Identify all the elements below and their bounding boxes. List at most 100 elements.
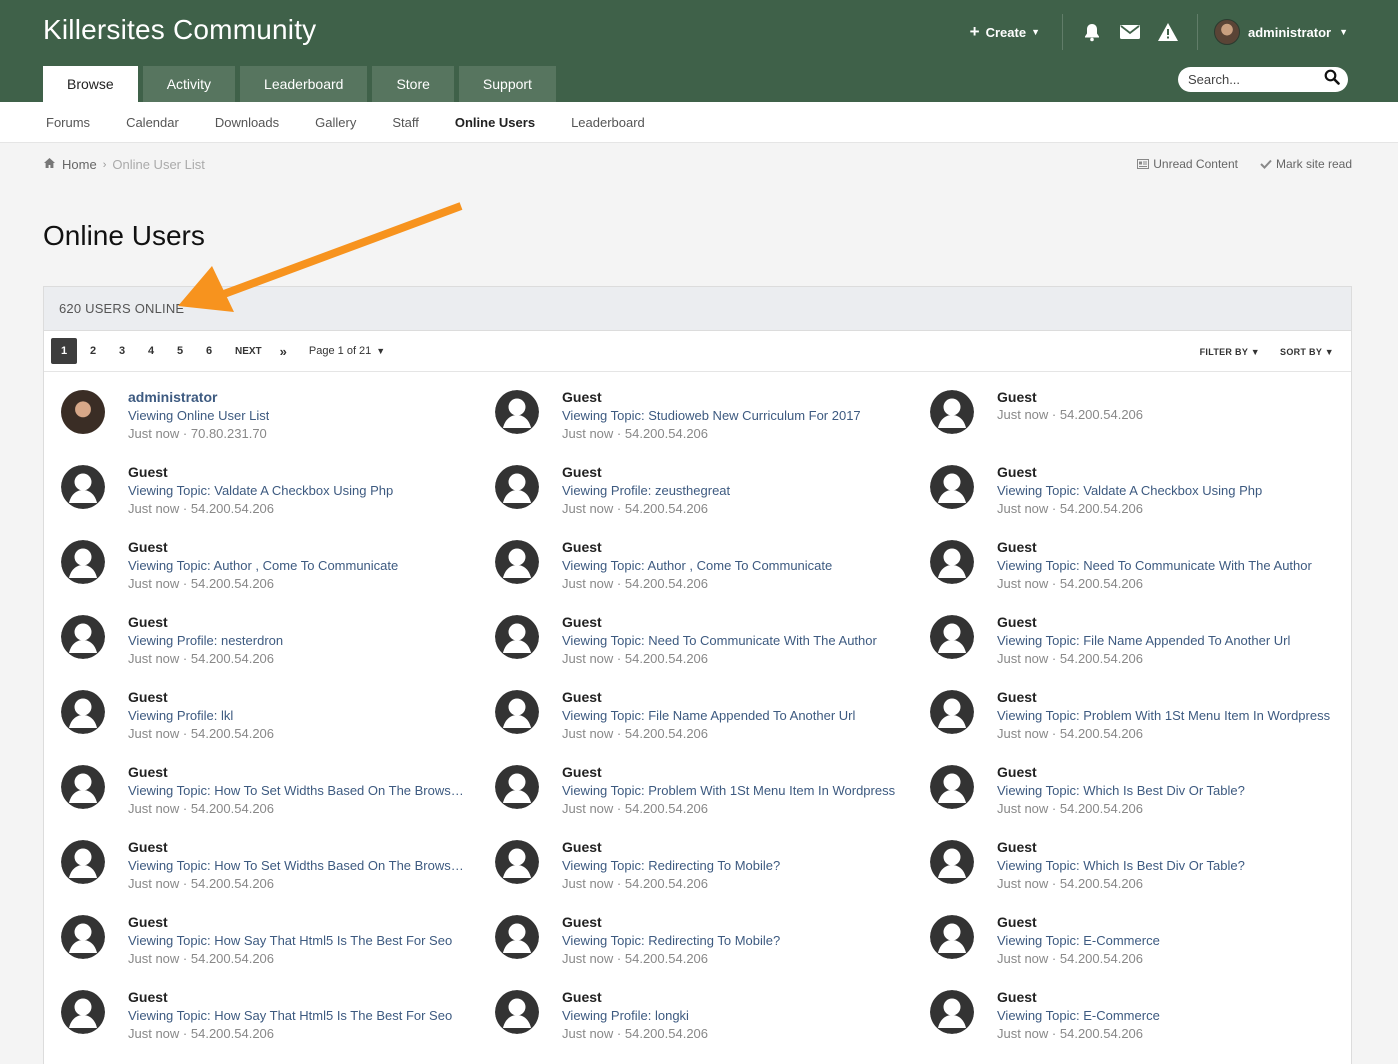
avatar[interactable]	[930, 465, 974, 509]
sub-nav-calendar[interactable]: Calendar	[108, 115, 197, 130]
sub-nav-leaderboard[interactable]: Leaderboard	[553, 115, 663, 130]
page-select[interactable]: Page 1 of 21 ▼	[309, 345, 385, 357]
avatar[interactable]	[930, 765, 974, 809]
avatar[interactable]	[930, 840, 974, 884]
page-button-4[interactable]: 4	[138, 338, 164, 364]
site-title[interactable]: Killersites Community	[43, 14, 316, 46]
user-location-link[interactable]: Viewing Topic: Problem With 1St Menu Ite…	[562, 783, 895, 799]
avatar[interactable]	[61, 765, 105, 809]
user-location-link[interactable]: Viewing Profile: nesterdron	[128, 633, 283, 649]
tab-activity[interactable]: Activity	[142, 66, 236, 102]
user-location-link[interactable]: Viewing Topic: How Say That Html5 Is The…	[128, 1008, 452, 1024]
avatar[interactable]	[61, 390, 105, 434]
avatar[interactable]	[930, 390, 974, 434]
avatar[interactable]	[61, 615, 105, 659]
tab-leaderboard[interactable]: Leaderboard	[240, 66, 368, 102]
create-button[interactable]: + Create ▼	[958, 22, 1052, 42]
user-location-link[interactable]: Viewing Profile: zeusthegreat	[562, 483, 730, 499]
avatar[interactable]	[495, 390, 539, 434]
avatar[interactable]	[61, 915, 105, 959]
user-menu[interactable]: administrator ▼	[1208, 19, 1348, 45]
user-location-link[interactable]: Viewing Profile: longki	[562, 1008, 708, 1024]
avatar[interactable]	[495, 990, 539, 1034]
search-input[interactable]: Search...	[1188, 72, 1324, 87]
sort-by-button[interactable]: SORT BY ▼	[1280, 347, 1334, 357]
user-location-link[interactable]: Viewing Topic: E-Commerce	[997, 933, 1160, 949]
meta-separator: ·	[613, 501, 625, 516]
avatar[interactable]	[61, 990, 105, 1034]
avatar[interactable]	[61, 840, 105, 884]
user-location-link[interactable]: Viewing Topic: How To Set Widths Based O…	[128, 858, 464, 874]
avatar[interactable]	[495, 540, 539, 584]
user-location-link[interactable]: Viewing Topic: Valdate A Checkbox Using …	[997, 483, 1262, 499]
tab-support[interactable]: Support	[458, 66, 556, 102]
bell-icon[interactable]	[1080, 20, 1104, 44]
tab-browse[interactable]: Browse	[43, 66, 138, 102]
user-info: Guest Viewing Profile: longki Just now · 5…	[562, 989, 708, 1064]
avatar[interactable]	[61, 540, 105, 584]
user-name: Guest	[128, 764, 168, 780]
user-location-link[interactable]: Viewing Topic: How To Set Widths Based O…	[128, 783, 464, 799]
sub-nav-downloads[interactable]: Downloads	[197, 115, 297, 130]
user-location-link[interactable]: Viewing Topic: Which Is Best Div Or Tabl…	[997, 858, 1245, 874]
next-page-button[interactable]: NEXT	[235, 346, 262, 357]
search-box[interactable]: Search...	[1178, 67, 1348, 92]
avatar[interactable]	[495, 615, 539, 659]
page-button-2[interactable]: 2	[80, 338, 106, 364]
user-meta: Just now · 54.200.54.206	[997, 651, 1290, 667]
page-button-1[interactable]: 1	[51, 338, 77, 364]
breadcrumb-home[interactable]: Home	[62, 157, 97, 172]
user-ip: 54.200.54.206	[624, 876, 709, 891]
user-location-link[interactable]: Viewing Topic: Redirecting To Mobile?	[562, 858, 780, 874]
avatar[interactable]	[495, 915, 539, 959]
user-time: Just now	[562, 801, 614, 816]
unread-content-link[interactable]: Unread Content	[1137, 157, 1238, 171]
user-location-link[interactable]: Viewing Profile: lkl	[128, 708, 274, 724]
avatar[interactable]	[930, 915, 974, 959]
user-location-link[interactable]: Viewing Topic: File Name Appended To Ano…	[997, 633, 1290, 649]
sub-nav-online-users[interactable]: Online Users	[437, 115, 553, 130]
avatar[interactable]	[930, 990, 974, 1034]
filter-by-button[interactable]: FILTER BY ▼	[1200, 347, 1260, 357]
warning-icon[interactable]	[1156, 20, 1180, 44]
search-icon[interactable]	[1324, 69, 1340, 90]
user-name[interactable]: administrator	[128, 389, 269, 405]
user-meta: Just now · 54.200.54.206	[562, 576, 832, 592]
user-location-link[interactable]: Viewing Topic: Which Is Best Div Or Tabl…	[997, 783, 1245, 799]
avatar[interactable]	[61, 465, 105, 509]
avatar[interactable]	[61, 690, 105, 734]
user-location-link[interactable]: Viewing Topic: Need To Communicate With …	[997, 558, 1312, 574]
user-location-link[interactable]: Viewing Topic: Valdate A Checkbox Using …	[128, 483, 393, 499]
user-location-link[interactable]: Viewing Topic: Redirecting To Mobile?	[562, 933, 780, 949]
avatar[interactable]	[495, 465, 539, 509]
user-time: Just now	[997, 407, 1049, 422]
user-location-link[interactable]: Viewing Topic: File Name Appended To Ano…	[562, 708, 855, 724]
page-button-3[interactable]: 3	[109, 338, 135, 364]
user-location-link[interactable]: Viewing Topic: Author , Come To Communic…	[128, 558, 398, 574]
meta-separator: ·	[613, 576, 625, 591]
sub-nav-staff[interactable]: Staff	[374, 115, 437, 130]
user-location-link[interactable]: Viewing Topic: E-Commerce	[997, 1008, 1160, 1024]
avatar[interactable]	[495, 765, 539, 809]
page-button-5[interactable]: 5	[167, 338, 193, 364]
tab-store[interactable]: Store	[372, 66, 454, 102]
avatar[interactable]	[930, 615, 974, 659]
avatar[interactable]	[495, 840, 539, 884]
sub-nav-forums[interactable]: Forums	[28, 115, 108, 130]
avatar[interactable]	[930, 540, 974, 584]
user-location-link[interactable]: Viewing Topic: Author , Come To Communic…	[562, 558, 832, 574]
avatar[interactable]	[930, 690, 974, 734]
sub-nav-gallery[interactable]: Gallery	[297, 115, 374, 130]
user-info: Guest Viewing Topic: Which Is Best Div Or…	[997, 839, 1245, 914]
envelope-icon[interactable]	[1118, 20, 1142, 44]
user-card: Guest Just now · 54.200.54.206	[930, 389, 1143, 464]
user-location-link[interactable]: Viewing Topic: How Say That Html5 Is The…	[128, 933, 452, 949]
user-location-link[interactable]: Viewing Topic: Need To Communicate With …	[562, 633, 877, 649]
page-button-6[interactable]: 6	[196, 338, 222, 364]
user-location-link[interactable]: Viewing Online User List	[128, 408, 269, 424]
avatar[interactable]	[495, 690, 539, 734]
user-location-link[interactable]: Viewing Topic: Problem With 1St Menu Ite…	[997, 708, 1330, 724]
user-location-link[interactable]: Viewing Topic: Studioweb New Curriculum …	[562, 408, 861, 424]
last-page-icon[interactable]: »	[280, 344, 287, 359]
mark-site-read-link[interactable]: Mark site read	[1260, 157, 1352, 171]
